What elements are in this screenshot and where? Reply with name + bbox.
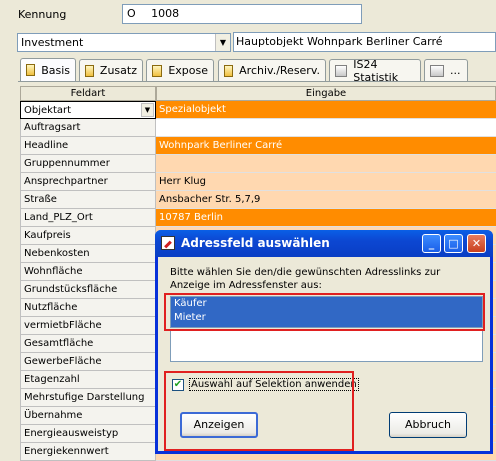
field-name-cell[interactable]: Energieausweistyp [20, 425, 156, 443]
chevron-down-icon[interactable]: ▼ [141, 103, 154, 117]
object-title-value: Hauptobjekt Wohnpark Berliner Carré [236, 35, 443, 48]
dialog-title-bar[interactable]: Adressfeld auswählen _ □ ✕ [155, 230, 493, 257]
table-row[interactable]: Gruppennummer [20, 155, 496, 173]
field-name-cell[interactable]: Headline [20, 137, 156, 155]
object-title-field[interactable]: Hauptobjekt Wohnpark Berliner Carré [233, 32, 496, 52]
field-name: Übernahme [24, 410, 83, 421]
field-value-cell[interactable]: Herr Klug [156, 173, 496, 191]
table-row[interactable]: Land_PLZ_Ort 10787 Berlin [20, 209, 496, 227]
field-name: Gesamtfläche [24, 338, 94, 349]
chevron-down-icon[interactable]: ▼ [215, 34, 230, 51]
field-name-cell[interactable]: GewerbeFläche [20, 353, 156, 371]
kennung-label: Kennung [18, 8, 67, 21]
folder-icon [26, 64, 36, 76]
field-name-cell[interactable]: Übernahme [20, 407, 156, 425]
field-name: Etagenzahl [24, 374, 80, 385]
object-type-value: Investment [21, 36, 84, 49]
field-value-cell[interactable] [156, 155, 496, 173]
field-name-cell[interactable]: Gruppennummer [20, 155, 156, 173]
field-name-cell[interactable]: Energiekennwert [20, 443, 156, 461]
field-name: Grundstücksfläche [24, 284, 118, 295]
field-name-cell[interactable]: Straße [20, 191, 156, 209]
object-type-select[interactable]: Investment ▼ [17, 33, 231, 52]
kennung-prefix: O [127, 7, 136, 20]
folder-icon [152, 64, 163, 77]
field-name-cell[interactable]: Grundstücksfläche [20, 281, 156, 299]
close-button[interactable]: ✕ [467, 234, 486, 253]
dialog-prompt: Bitte wählen Sie den/die gewünschten Adr… [170, 267, 441, 291]
tab-label: Expose [168, 64, 208, 77]
field-name: vermietbFläche [24, 320, 102, 331]
field-name: Land_PLZ_Ort [24, 212, 93, 223]
tab-expose[interactable]: Expose [146, 59, 214, 81]
field-value-cell[interactable]: 10787 Berlin [156, 209, 496, 227]
tab-is24-statistik[interactable]: IS24 Statistik [329, 57, 421, 84]
field-name: Ansprechpartner [24, 176, 108, 187]
field-value-cell[interactable] [156, 119, 496, 137]
field-name-cell[interactable]: vermietbFläche [20, 317, 156, 335]
field-name: Auftragsart [24, 122, 81, 133]
field-name-cell[interactable]: Mehrstufige Darstellung [20, 389, 156, 407]
table-row[interactable]: Auftragsart [20, 119, 496, 137]
field-name-cell[interactable]: Ansprechpartner [20, 173, 156, 191]
table-row[interactable]: Ansprechpartner Herr Klug [20, 173, 496, 191]
highlight-checkbox-box [164, 371, 354, 451]
field-name-cell[interactable]: Nutzfläche [20, 299, 156, 317]
document-icon [335, 64, 348, 77]
document-icon [430, 64, 444, 77]
field-name-cell[interactable]: Etagenzahl [20, 371, 156, 389]
tab-label: Zusatz [99, 64, 137, 77]
field-name-cell[interactable]: Objektart ▼ [20, 101, 156, 119]
highlight-list-box [164, 293, 485, 331]
folder-icon [85, 64, 94, 77]
field-value-cell[interactable]: Ansbacher Str. 5,7,9 [156, 191, 496, 209]
folder-icon [224, 64, 234, 77]
field-name-cell[interactable]: Auftragsart [20, 119, 156, 137]
field-name-cell[interactable]: Land_PLZ_Ort [20, 209, 156, 227]
field-name-cell[interactable]: Wohnfläche [20, 263, 156, 281]
app-icon [161, 236, 175, 250]
kennung-value: 1008 [151, 7, 180, 20]
grid-header: Feldart Eingabe [20, 86, 496, 101]
column-header-input[interactable]: Eingabe [156, 86, 496, 101]
table-row[interactable]: Headline Wohnpark Berliner Carré [20, 137, 496, 155]
tab-panel-border [18, 81, 496, 82]
field-name-cell[interactable]: Nebenkosten [20, 245, 156, 263]
field-name: Energiekennwert [24, 446, 109, 457]
table-row[interactable]: Straße Ansbacher Str. 5,7,9 [20, 191, 496, 209]
field-name: Nebenkosten [24, 248, 90, 259]
field-value-cell[interactable]: Spezialobjekt [156, 101, 496, 119]
maximize-button[interactable]: □ [444, 234, 463, 253]
field-name: Gruppennummer [24, 158, 110, 169]
tab-zusatz[interactable]: Zusatz [79, 59, 143, 81]
field-name-cell[interactable]: Kaufpreis [20, 227, 156, 245]
field-name: Straße [24, 194, 57, 205]
field-name: Objektart [24, 105, 72, 116]
field-name-cell[interactable]: Gesamtfläche [20, 335, 156, 353]
field-name: GewerbeFläche [24, 356, 102, 367]
tab-label: ... [450, 64, 461, 77]
tab-basis[interactable]: Basis [20, 58, 76, 81]
field-name: Nutzfläche [24, 302, 78, 313]
field-name: Mehrstufige Darstellung [24, 392, 145, 403]
field-name: Wohnfläche [24, 266, 83, 277]
field-value-cell[interactable]: Wohnpark Berliner Carré [156, 137, 496, 155]
tab-more[interactable]: ... [424, 59, 468, 81]
column-header-field[interactable]: Feldart [20, 86, 156, 101]
abbruch-button[interactable]: Abbruch [389, 412, 467, 438]
minimize-button[interactable]: _ [422, 234, 441, 253]
field-name: Kaufpreis [24, 230, 71, 241]
tab-label: IS24 Statistik [353, 57, 399, 84]
field-name: Energieausweistyp [24, 428, 119, 439]
address-link-list-empty-area[interactable] [170, 329, 483, 362]
table-row[interactable]: Objektart ▼ Spezialobjekt [20, 101, 496, 119]
kennung-field[interactable]: O 1008 [122, 4, 362, 24]
tab-label: Archiv./Reserv. [239, 64, 320, 77]
tab-label: Basis [41, 63, 70, 77]
field-name: Headline [24, 140, 69, 151]
dialog-title: Adressfeld auswählen [181, 236, 330, 250]
tab-archiv[interactable]: Archiv./Reserv. [218, 59, 326, 81]
